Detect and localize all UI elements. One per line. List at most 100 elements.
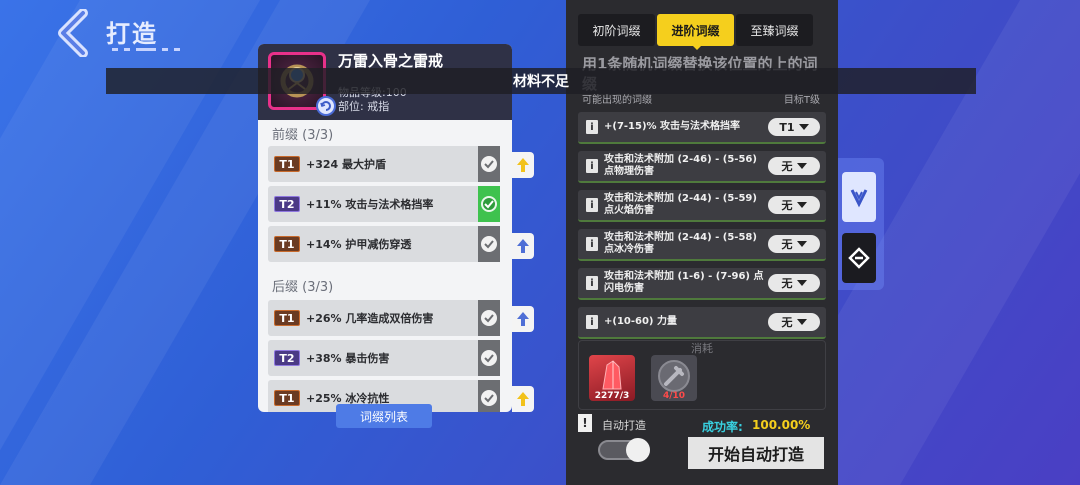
tier-select-value: T1 (779, 120, 795, 134)
arrow-up-icon (517, 392, 529, 406)
affix-text: +14% 护甲减伤穿透 (306, 238, 412, 251)
info-icon[interactable]: i (586, 198, 598, 212)
start-auto-forge-button[interactable]: 开始自动打造 (688, 437, 824, 469)
auto-forge-toggle[interactable] (598, 438, 650, 462)
tier-badge: T1 (274, 156, 300, 172)
toggle-knob (626, 438, 650, 462)
affix-checkbox[interactable] (478, 380, 500, 412)
upgrade-arrow-button[interactable] (512, 386, 534, 412)
material-quantity: 4/10 (662, 391, 686, 401)
check-icon (481, 390, 497, 406)
success-rate-value: 100.00% (752, 418, 811, 432)
tier-badge: T2 (274, 350, 300, 366)
suffix-label: 后缀 (3/3) (272, 280, 334, 295)
affix-checkbox[interactable] (478, 226, 500, 262)
tier-badge: T2 (274, 196, 300, 212)
check-icon (481, 196, 497, 212)
affix-option-row[interactable]: i +(10-60) 力量 无 (578, 307, 826, 339)
info-icon[interactable]: i (586, 120, 598, 134)
tier-badge: T1 (274, 310, 300, 326)
affix-option-row[interactable]: i 攻击和法术附加 (2-46) - (5-56) 点物理伤害 无 (578, 151, 826, 183)
option-text: +(7-15)% 攻击与法术格挡率 (604, 121, 741, 132)
affix-checkbox[interactable] (478, 340, 500, 376)
material-quantity: 2277/3 (594, 391, 630, 401)
side-button-forge[interactable] (842, 233, 876, 283)
arrow-up-icon (517, 239, 529, 253)
info-icon[interactable]: i (586, 315, 598, 329)
item-refresh-badge[interactable] (316, 96, 336, 116)
option-text: 攻击和法术附加 (2-44) - (5-58) 点冰冷伤害 (604, 232, 757, 255)
info-icon[interactable]: i (586, 237, 598, 251)
material-hammer-token[interactable]: 4/10 (651, 355, 697, 401)
refresh-icon (320, 101, 331, 111)
tier-select[interactable]: T1 (768, 118, 820, 136)
check-icon (481, 310, 497, 326)
affix-text: +11% 攻击与法术格挡率 (306, 198, 434, 211)
item-card: 万雷入骨之雷戒 物品等级:100 部位: 戒指 前缀 (3/3) T1 +324… (258, 44, 512, 412)
affix-tabs: 初阶词缀 进阶词缀 至臻词缀 (578, 14, 813, 46)
dropdown-icon (796, 241, 807, 247)
affix-option-row[interactable]: i 攻击和法术附加 (2-44) - (5-58) 点冰冷伤害 无 (578, 229, 826, 261)
prefix-affix-row[interactable]: T2 +11% 攻击与法术格挡率 (268, 186, 500, 222)
page-title: 打造 (106, 20, 158, 48)
tier-select[interactable]: 无 (768, 313, 820, 331)
tier-select-value: 无 (781, 238, 793, 251)
upgrade-arrow-button[interactable] (512, 233, 534, 259)
material-red-crystal[interactable]: 2277/3 (589, 355, 635, 401)
info-icon[interactable]: i (586, 159, 598, 173)
option-text: +(10-60) 力量 (604, 316, 677, 327)
side-button-ring[interactable] (842, 172, 876, 222)
upgrade-arrow-button[interactable] (512, 152, 534, 178)
affix-option-row[interactable]: i +(7-15)% 攻击与法术格挡率 T1 (578, 112, 826, 144)
affix-checkbox-selected[interactable] (478, 186, 500, 222)
diamond-tag-icon (848, 247, 870, 269)
cost-box: 消耗 2277/3 4/10 (578, 340, 826, 410)
toast-message: 材料不足 (106, 68, 976, 94)
tier-select-value: 无 (781, 160, 793, 173)
tier-select[interactable]: 无 (768, 196, 820, 214)
prefix-affix-row[interactable]: T1 +324 最大护盾 (268, 146, 500, 182)
affix-text: +38% 暴击伤害 (306, 352, 390, 365)
arrow-up-icon (517, 312, 529, 326)
tab-pointer (691, 44, 703, 50)
info-icon[interactable]: ! (578, 414, 592, 432)
tab-advanced-affix[interactable]: 进阶词缀 (657, 14, 734, 46)
tab-basic-affix[interactable]: 初阶词缀 (578, 14, 655, 46)
cost-label: 消耗 (691, 342, 713, 355)
tier-badge: T1 (274, 390, 300, 406)
affix-text: +26% 几率造成双倍伤害 (306, 312, 434, 325)
prefix-label: 前缀 (3/3) (272, 128, 334, 143)
affix-checkbox[interactable] (478, 146, 500, 182)
upgrade-arrow-button[interactable] (512, 306, 534, 332)
affix-list-button[interactable]: 词缀列表 (336, 404, 432, 428)
tier-select[interactable]: 无 (768, 274, 820, 292)
check-icon (481, 156, 497, 172)
suffix-affix-row[interactable]: T2 +38% 暴击伤害 (268, 340, 500, 376)
auto-forge-label: 自动打造 (602, 419, 646, 432)
dropdown-icon (796, 319, 807, 325)
affix-checkbox[interactable] (478, 300, 500, 336)
tier-select[interactable]: 无 (768, 157, 820, 175)
option-text: 攻击和法术附加 (2-46) - (5-56) 点物理伤害 (604, 154, 757, 177)
dropdown-icon (796, 280, 807, 286)
info-icon[interactable]: i (586, 276, 598, 290)
tier-select[interactable]: 无 (768, 235, 820, 253)
check-icon (481, 236, 497, 252)
affix-option-row[interactable]: i 攻击和法术附加 (1-6) - (7-96) 点闪电伤害 无 (578, 268, 826, 300)
toast-text: 材料不足 (513, 74, 569, 90)
arrow-up-icon (517, 158, 529, 172)
chevron-left-icon (58, 9, 88, 57)
prefix-affix-row[interactable]: T1 +14% 护甲减伤穿透 (268, 226, 500, 262)
dropdown-icon (796, 163, 807, 169)
dropdown-icon (798, 124, 809, 130)
affix-option-row[interactable]: i 攻击和法术附加 (2-44) - (5-59) 点火焰伤害 无 (578, 190, 826, 222)
tier-badge: T1 (274, 236, 300, 252)
success-rate-label: 成功率: (702, 420, 743, 434)
back-button[interactable] (52, 8, 98, 58)
item-slot: 部位: 戒指 (338, 100, 390, 113)
suffix-affix-row[interactable]: T1 +26% 几率造成双倍伤害 (268, 300, 500, 336)
tab-supreme-affix[interactable]: 至臻词缀 (736, 14, 813, 46)
emblem-icon (850, 189, 868, 208)
tier-select-value: 无 (781, 316, 793, 329)
check-icon (481, 350, 497, 366)
